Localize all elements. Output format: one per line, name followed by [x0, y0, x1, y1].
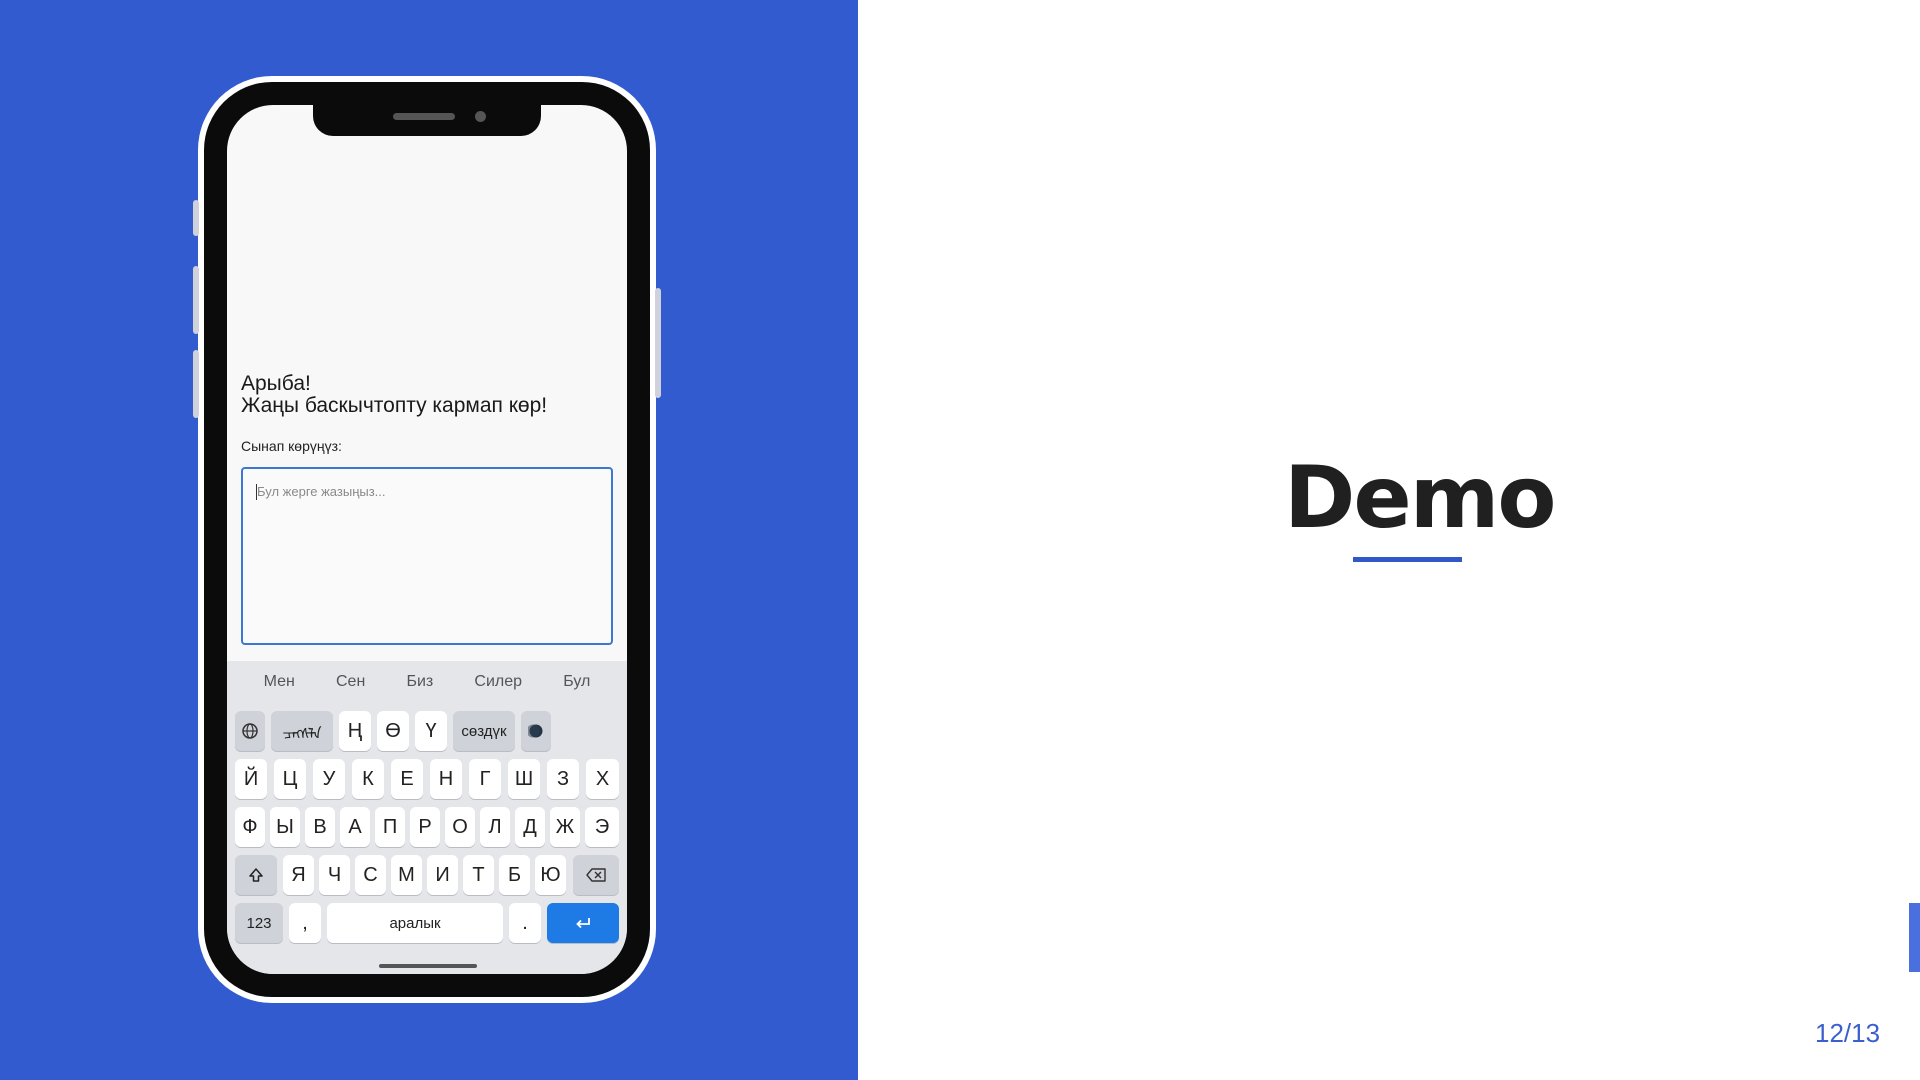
keyboard-key[interactable]: З — [547, 759, 579, 799]
greeting-text: Арыба! Жаңы баскычтопту кармап көр! — [241, 373, 613, 417]
phone-power-button — [655, 288, 661, 398]
camera-icon — [475, 111, 486, 122]
dictionary-key[interactable]: сөздүк — [453, 711, 515, 751]
script-switch-key[interactable]: ᠴᠨᠬᠰᠯᠠ — [271, 711, 333, 751]
keyboard-key[interactable]: А — [340, 807, 370, 847]
greeting-line-1: Арыба! — [241, 372, 311, 395]
keyboard-key[interactable]: Б — [499, 855, 530, 895]
greeting-line-2: Жаңы баскычтопту кармап көр! — [241, 394, 548, 417]
input-placeholder: Бул жерге жазыңыз... — [257, 484, 386, 499]
comma-key[interactable]: , — [289, 903, 321, 943]
title-underline — [1353, 557, 1462, 562]
suggestion-item[interactable]: Силер — [474, 673, 522, 691]
suggestion-item[interactable]: Бул — [563, 673, 590, 691]
keyboard-key[interactable]: О — [445, 807, 475, 847]
slide-title: Demo — [1284, 448, 1556, 548]
keyboard-key[interactable]: Ш — [508, 759, 540, 799]
keyboard-key[interactable]: П — [375, 807, 405, 847]
keyboard-key[interactable]: Ж — [550, 807, 580, 847]
backspace-key[interactable] — [573, 855, 619, 895]
phone-mute-button — [193, 200, 199, 236]
keyboard-key[interactable]: Е — [391, 759, 423, 799]
space-key[interactable]: аралык — [327, 903, 503, 943]
keyboard-key[interactable]: Ф — [235, 807, 265, 847]
keyboard-key[interactable]: К — [352, 759, 384, 799]
phone-volume-up-button — [193, 266, 199, 334]
keyboard-key[interactable]: Д — [515, 807, 545, 847]
keyboard-key[interactable]: Я — [283, 855, 314, 895]
keyboard-key[interactable]: Х — [586, 759, 619, 799]
key-ue[interactable]: Ү — [415, 711, 447, 751]
key-ng[interactable]: Ң — [339, 711, 371, 751]
suggestion-item[interactable]: Биз — [406, 673, 433, 691]
backspace-icon — [586, 868, 606, 882]
keyboard-key[interactable]: С — [355, 855, 386, 895]
moon-icon — [528, 724, 543, 738]
phone-volume-down-button — [193, 350, 199, 418]
try-it-label: Сынап көрүңүз: — [241, 438, 342, 454]
theme-key[interactable] — [521, 711, 551, 751]
page-number: 12/13 — [1815, 1018, 1881, 1048]
keyboard-key[interactable]: Э — [585, 807, 619, 847]
numbers-key[interactable]: 123 — [235, 903, 283, 943]
keyboard-key[interactable]: У — [313, 759, 345, 799]
keyboard-key[interactable]: Р — [410, 807, 440, 847]
shift-arrow-icon — [249, 868, 263, 882]
keyboard-key[interactable]: Л — [480, 807, 510, 847]
period-key[interactable]: . — [509, 903, 541, 943]
phone-notch — [313, 105, 541, 136]
globe-key[interactable] — [235, 711, 265, 751]
home-indicator — [379, 964, 477, 968]
keyboard-key[interactable]: Т — [463, 855, 494, 895]
side-tab-marker — [1909, 903, 1920, 972]
keyboard-key[interactable]: Н — [430, 759, 462, 799]
key-oe[interactable]: Ө — [377, 711, 409, 751]
keyboard-key[interactable]: В — [305, 807, 335, 847]
phone-mockup: Арыба! Жаңы баскычтопту кармап көр! Сына… — [193, 76, 661, 1003]
keyboard-key[interactable]: Ч — [319, 855, 350, 895]
return-icon — [576, 918, 590, 929]
keyboard-key[interactable]: Г — [469, 759, 501, 799]
keyboard-key[interactable]: Й — [235, 759, 267, 799]
keyboard-key[interactable]: И — [427, 855, 458, 895]
on-screen-keyboard: Мен Сен Биз Силер Бул ᠴᠨᠬᠰᠯᠠ Ң Ө Ү сөздү… — [227, 661, 627, 974]
keyboard-key[interactable]: М — [391, 855, 422, 895]
enter-key[interactable] — [547, 903, 619, 943]
globe-icon — [242, 723, 258, 739]
keyboard-key[interactable]: Ц — [274, 759, 306, 799]
suggestion-bar: Мен Сен Биз Силер Бул — [227, 661, 627, 703]
speaker-grille — [393, 113, 455, 120]
suggestion-item[interactable]: Сен — [336, 673, 365, 691]
suggestion-item[interactable]: Мен — [264, 673, 295, 691]
keyboard-key[interactable]: Ы — [270, 807, 300, 847]
text-input-area[interactable]: Бул жерге жазыңыз... — [241, 467, 613, 645]
phone-screen: Арыба! Жаңы баскычтопту кармап көр! Сына… — [227, 105, 627, 974]
shift-key[interactable] — [235, 855, 277, 895]
keyboard-key[interactable]: Ю — [535, 855, 566, 895]
